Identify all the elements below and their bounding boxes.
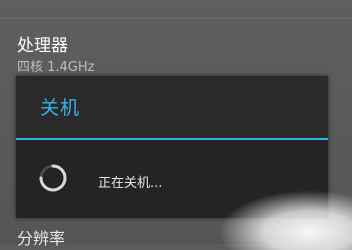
settings-row-processor: 处理器 四核 1.4GHz [0, 18, 352, 76]
dialog-header: 关机 [16, 76, 328, 140]
progress-spinner-icon [39, 164, 67, 192]
settings-row-previous: ▔▔▔▔▔▔▔▔ [0, 0, 352, 19]
processor-value: 四核 1.4GHz [17, 60, 95, 75]
watermark-smudge [218, 190, 352, 250]
shutdown-message: 正在关机... [98, 176, 163, 191]
cut-off-text: ▔▔▔▔▔▔▔▔ [28, 0, 137, 9]
resolution-title: 分辨率 [17, 229, 66, 248]
processor-title: 处理器 [17, 36, 68, 56]
dialog-title: 关机 [40, 97, 81, 119]
